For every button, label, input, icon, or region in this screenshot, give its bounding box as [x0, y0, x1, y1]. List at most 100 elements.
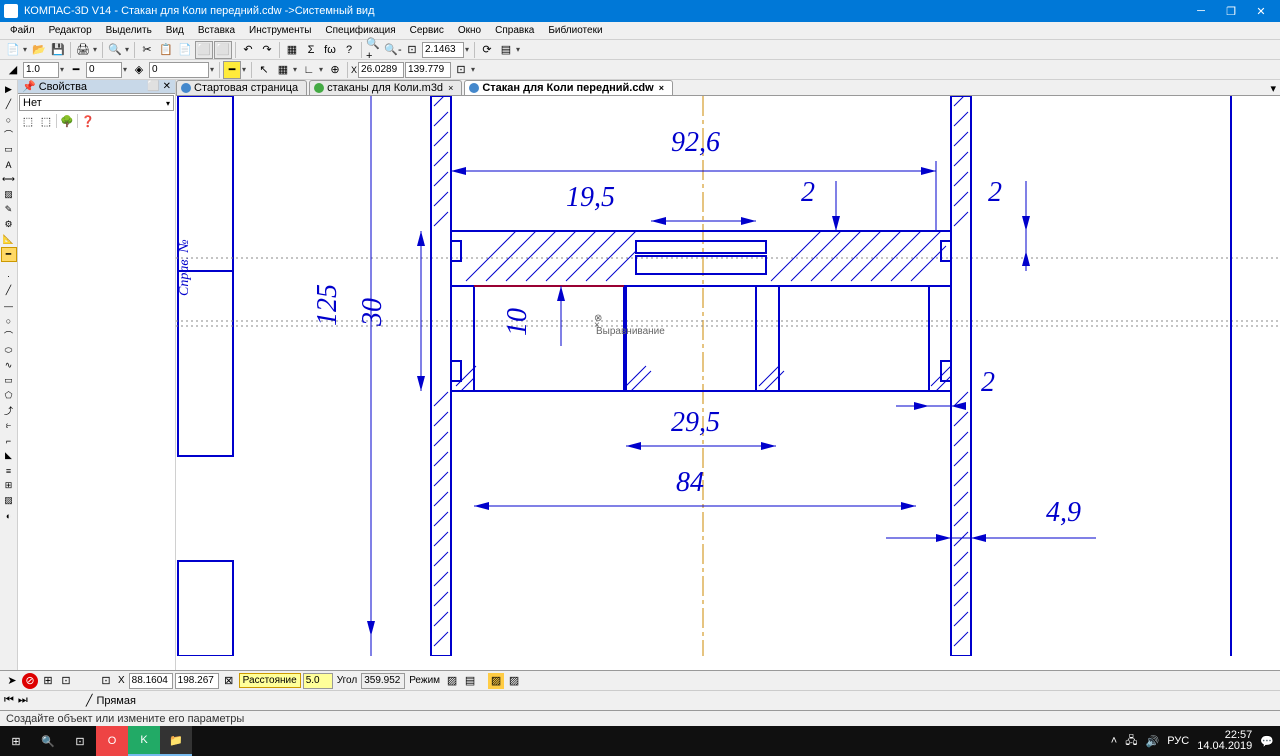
highlight-button[interactable]: ━: [223, 61, 241, 79]
preview-button[interactable]: 🔍: [106, 41, 124, 59]
coord-toggle[interactable]: ⊡: [98, 673, 114, 689]
taskbar-app-3[interactable]: 📁: [160, 726, 192, 756]
nav-first[interactable]: ⏮: [4, 694, 14, 707]
tool-gradient[interactable]: ◐: [1, 508, 17, 523]
ortho-button[interactable]: ∟: [300, 61, 318, 79]
taskbar-app-1[interactable]: O: [96, 726, 128, 756]
zoom-in-button[interactable]: 🔍+: [365, 41, 383, 59]
tool-hatch2[interactable]: ▨: [1, 493, 17, 508]
tool-circle2[interactable]: ○: [1, 313, 17, 328]
menu-view[interactable]: Вид: [160, 24, 190, 37]
paste-button[interactable]: 📄: [176, 41, 194, 59]
tool-spline[interactable]: ∿: [1, 358, 17, 373]
menu-insert[interactable]: Вставка: [192, 24, 241, 37]
bp-btn3[interactable]: ⊞: [40, 673, 56, 689]
open-button[interactable]: 📂: [30, 41, 48, 59]
new-button[interactable]: 📄: [4, 41, 22, 59]
mode-btn3[interactable]: ▨: [488, 673, 504, 689]
tool-aux-line[interactable]: ╱: [1, 283, 17, 298]
snap-button[interactable]: ↖: [255, 61, 273, 79]
menu-service[interactable]: Сервис: [404, 24, 450, 37]
tool-segment[interactable]: —: [1, 298, 17, 313]
coord-y-input[interactable]: [405, 62, 451, 78]
tool-dim[interactable]: ⟷: [1, 172, 17, 187]
menu-lib[interactable]: Библиотеки: [542, 24, 608, 37]
layer-button[interactable]: ◈: [130, 61, 148, 79]
copy-button[interactable]: 📋: [157, 41, 175, 59]
tool-rect2[interactable]: ▭: [1, 373, 17, 388]
properties2-button[interactable]: ⬜: [214, 41, 232, 59]
tool-arc[interactable]: ⌒: [1, 127, 17, 142]
style-button[interactable]: ◢: [4, 61, 22, 79]
tool-equid[interactable]: ≡: [1, 463, 17, 478]
tool-arc2[interactable]: ⌒: [1, 328, 17, 343]
coord-x-input[interactable]: [358, 62, 404, 78]
tool-collect[interactable]: ⊞: [1, 478, 17, 493]
task-view-button[interactable]: ⊡: [64, 726, 96, 756]
start-button[interactable]: ⊞: [0, 726, 32, 756]
minimize-button[interactable]: ─: [1186, 0, 1216, 22]
linetype-button[interactable]: ━: [67, 61, 85, 79]
zoom-input[interactable]: [422, 42, 464, 58]
menu-edit[interactable]: Редактор: [43, 24, 98, 37]
print-button[interactable]: 🖨: [74, 41, 92, 59]
prop-tool-1[interactable]: ⬚: [20, 113, 36, 129]
ok-button[interactable]: ➤: [4, 673, 20, 689]
tab-close-icon[interactable]: ×: [448, 83, 453, 93]
tool-ellipse[interactable]: ⬭: [1, 343, 17, 358]
redo-button[interactable]: ↷: [258, 41, 276, 59]
tool-param[interactable]: ⚙: [1, 217, 17, 232]
tool-hatch[interactable]: ▨: [1, 187, 17, 202]
tab-start[interactable]: Стартовая страница: [176, 80, 307, 95]
menu-help[interactable]: Справка: [489, 24, 540, 37]
tab-dropdown[interactable]: ▾: [1266, 82, 1280, 95]
tool-curve[interactable]: ⤴: [1, 403, 17, 418]
prop-tool-2[interactable]: ⬚: [38, 113, 54, 129]
osnap-button[interactable]: ⊕: [326, 61, 344, 79]
taskbar-app-kompas[interactable]: K: [128, 726, 160, 756]
tb-help[interactable]: ?: [340, 41, 358, 59]
coord-lock-button[interactable]: ⊡: [452, 61, 470, 79]
zoom-out-button[interactable]: 🔍-: [384, 41, 402, 59]
tool-construction-active[interactable]: ━: [1, 247, 17, 262]
bottom-x-input[interactable]: [129, 673, 173, 689]
tool-text[interactable]: A: [1, 157, 17, 172]
menu-select[interactable]: Выделить: [100, 24, 158, 37]
tb-grid[interactable]: ▦: [283, 41, 301, 59]
menu-tools[interactable]: Инструменты: [243, 24, 317, 37]
prop-tool-3[interactable]: 🌳: [59, 113, 75, 129]
bp-btn4[interactable]: ⊡: [58, 673, 74, 689]
tb-fx[interactable]: fω: [321, 41, 339, 59]
tool-icon[interactable]: ╱: [86, 694, 93, 707]
dist-toggle[interactable]: ⊠: [221, 673, 237, 689]
tool-polygon[interactable]: ⬠: [1, 388, 17, 403]
menu-file[interactable]: Файл: [4, 24, 41, 37]
tray-lang[interactable]: РУС: [1167, 735, 1189, 747]
tool-line[interactable]: ╱: [1, 97, 17, 112]
tool-measure[interactable]: 📐: [1, 232, 17, 247]
tool-break[interactable]: ⥼: [1, 418, 17, 433]
tool-point[interactable]: ·: [1, 268, 17, 283]
close-button[interactable]: ✕: [1246, 0, 1276, 22]
tray-clock[interactable]: 22:57 14.04.2019: [1197, 730, 1252, 752]
distance-input[interactable]: [303, 673, 333, 689]
layers-button[interactable]: ▤: [497, 41, 515, 59]
tool-select[interactable]: ▶: [1, 82, 17, 97]
refresh-button[interactable]: ⟳: [478, 41, 496, 59]
menu-window[interactable]: Окно: [452, 24, 487, 37]
tray-network-icon[interactable]: 🖧: [1125, 732, 1137, 751]
tool-circle[interactable]: ○: [1, 112, 17, 127]
tab-drawing[interactable]: Стакан для Коли передний.cdw ×: [464, 80, 673, 95]
tab-model[interactable]: стаканы для Коли.m3d ×: [309, 80, 462, 95]
properties-button[interactable]: ⬜: [195, 41, 213, 59]
zoom-fit-button[interactable]: ⊡: [403, 41, 421, 59]
mode-btn4[interactable]: ▨: [506, 673, 522, 689]
properties-combo[interactable]: Нет ▾: [19, 95, 174, 111]
menu-spec[interactable]: Спецификация: [319, 24, 401, 37]
offset-input[interactable]: [86, 62, 122, 78]
tab-close-icon[interactable]: ×: [659, 83, 664, 93]
bottom-y-input[interactable]: [175, 673, 219, 689]
tool-fillet[interactable]: ⌐: [1, 433, 17, 448]
nav-last[interactable]: ⏭: [18, 694, 28, 707]
mode-btn2[interactable]: ▤: [462, 673, 478, 689]
